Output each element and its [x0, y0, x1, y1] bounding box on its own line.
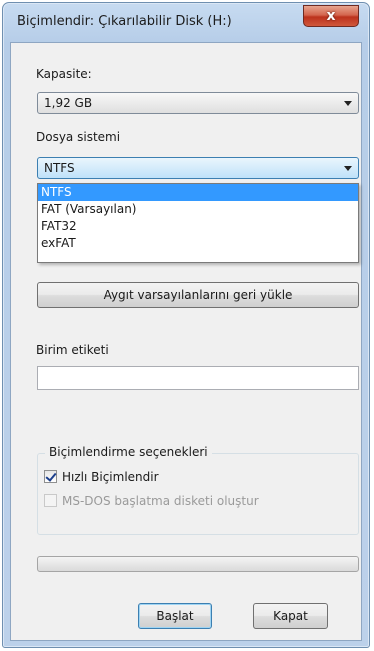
format-dialog-window: Biçimlendir: Çıkarılabilir Disk (H:) x K…	[2, 2, 370, 648]
format-options-title: Biçimlendirme seçenekleri	[45, 445, 212, 459]
msdos-boot-checkbox[interactable]	[44, 494, 57, 507]
filesystem-value: NTFS	[44, 161, 75, 175]
close-window-button[interactable]: x	[303, 5, 359, 27]
format-progress-bar	[37, 556, 359, 572]
filesystem-label: Dosya sistemi	[36, 130, 121, 144]
quick-format-label[interactable]: Hızlı Biçimlendir	[62, 470, 159, 484]
filesystem-option-ntfs[interactable]: NTFS	[38, 184, 358, 201]
chevron-down-icon	[344, 166, 352, 171]
close-button[interactable]: Kapat	[253, 603, 328, 629]
chevron-down-icon	[344, 101, 352, 106]
title-bar[interactable]: Biçimlendir: Çıkarılabilir Disk (H:) x	[3, 3, 369, 41]
capacity-select[interactable]: 1,92 GB	[37, 92, 359, 114]
quick-format-checkbox[interactable]	[44, 470, 57, 483]
start-button[interactable]: Başlat	[138, 603, 212, 629]
volume-label-input[interactable]	[37, 366, 359, 390]
volume-label-caption: Birim etiketi	[36, 343, 109, 357]
filesystem-option-fat32[interactable]: FAT32	[38, 218, 358, 235]
capacity-label: Kapasite:	[36, 67, 92, 81]
filesystem-option-fat[interactable]: FAT (Varsayılan)	[38, 201, 358, 218]
msdos-boot-label: MS-DOS başlatma disketi oluştur	[62, 494, 259, 508]
capacity-value: 1,92 GB	[44, 96, 93, 110]
dialog-client-area: Kapasite: 1,92 GB Dosya sistemi NTFS NTF…	[10, 42, 362, 641]
filesystem-option-exfat[interactable]: exFAT	[38, 235, 358, 252]
close-icon: x	[326, 8, 336, 24]
window-title: Biçimlendir: Çıkarılabilir Disk (H:)	[17, 14, 232, 29]
checkmark-icon	[45, 470, 57, 482]
filesystem-dropdown-list: NTFS FAT (Varsayılan) FAT32 exFAT	[37, 183, 359, 263]
filesystem-select[interactable]: NTFS	[37, 157, 359, 179]
restore-defaults-button[interactable]: Aygıt varsayılanlarını geri yükle	[37, 282, 359, 308]
